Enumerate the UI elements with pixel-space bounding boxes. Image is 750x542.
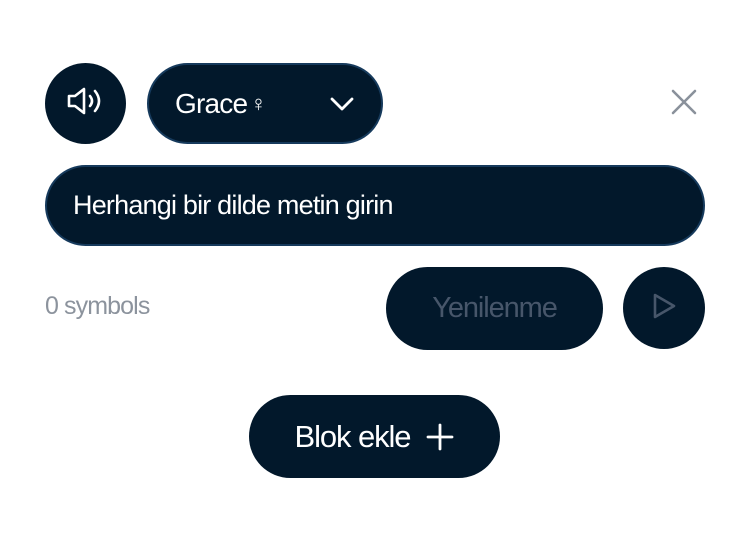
play-icon [650,291,678,326]
speaker-volume-icon [66,85,106,122]
speaker-button[interactable] [45,63,126,144]
chevron-down-icon [329,96,355,112]
voice-name: Grace [175,87,248,119]
text-input[interactable] [45,165,705,246]
voice-select[interactable]: Grace ♀ [147,63,383,144]
plus-icon [426,423,454,451]
add-block-label: Blok ekle [294,418,412,454]
symbol-count: 0 symbols [45,292,150,320]
close-button[interactable] [662,82,706,126]
add-block-button[interactable]: Blok ekle [249,395,500,478]
voice-gender-icon: ♀ [250,90,267,116]
text-block-editor: Grace ♀ 0 symbols Yenilenme Blok ekle [0,0,750,542]
play-button[interactable] [623,267,705,349]
regenerate-button[interactable]: Yenilenme [386,267,603,350]
close-icon [670,88,698,121]
